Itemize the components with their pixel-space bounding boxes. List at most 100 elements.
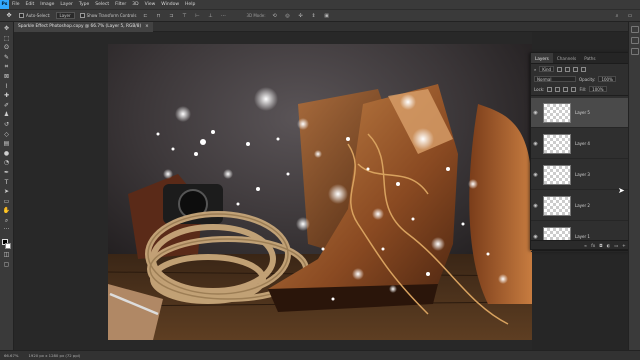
- zoom-tool-icon[interactable]: ⌕: [2, 217, 12, 226]
- transform-controls-checkbox[interactable]: Show Transform Controls: [79, 13, 136, 18]
- menu-edit[interactable]: Edit: [23, 0, 38, 9]
- menu-file[interactable]: File: [9, 0, 23, 9]
- layer-row-layer-4[interactable]: ◉ Layer 4: [531, 129, 639, 159]
- layer-name[interactable]: Layer 2: [575, 203, 590, 208]
- filter-pixel-icon[interactable]: [557, 66, 563, 72]
- brush-tool-icon[interactable]: ✐: [2, 102, 12, 111]
- color-swatches[interactable]: [1, 239, 12, 250]
- crop-tool-icon[interactable]: ⌗: [2, 63, 12, 72]
- align-middle-icon[interactable]: ⊢: [193, 12, 201, 19]
- quick-select-tool-icon[interactable]: ✎: [2, 54, 12, 63]
- eyedropper-tool-icon[interactable]: ⌇: [2, 83, 12, 92]
- filter-kind-dropdown[interactable]: Kind: [539, 66, 555, 72]
- align-center-icon[interactable]: ⊓: [154, 12, 162, 19]
- menu-window[interactable]: Window: [158, 0, 182, 9]
- history-brush-tool-icon[interactable]: ↺: [2, 121, 12, 130]
- document-info[interactable]: 1920 px x 1280 px (72 ppi): [28, 353, 80, 358]
- document-tab[interactable]: Sparkle Effect Photoshop.copy @ 66.7% (L…: [14, 22, 153, 32]
- align-right-icon[interactable]: ⊐: [167, 12, 175, 19]
- menu-image[interactable]: Image: [37, 0, 57, 9]
- move-tool-icon[interactable]: ✥: [2, 25, 12, 34]
- align-top-icon[interactable]: ⊤: [180, 12, 188, 19]
- filter-type-icon[interactable]: [573, 66, 579, 72]
- fx-icon[interactable]: fx: [591, 243, 595, 248]
- lasso-tool-icon[interactable]: ʘ: [2, 44, 12, 53]
- marquee-tool-icon[interactable]: ⬚: [2, 35, 12, 44]
- pen-tool-icon[interactable]: ✒: [2, 169, 12, 178]
- fill-field[interactable]: 100%: [589, 86, 607, 92]
- document-canvas[interactable]: [108, 44, 532, 340]
- screen-mode-icon[interactable]: ▢: [2, 261, 12, 270]
- filter-search-icon[interactable]: ⌕: [534, 67, 536, 72]
- type-tool-icon[interactable]: T: [2, 179, 12, 188]
- layer-name[interactable]: Layer 5: [575, 110, 590, 115]
- auto-select-dropdown[interactable]: Layer: [55, 12, 75, 19]
- hand-tool-icon[interactable]: ✋: [2, 207, 12, 216]
- zoom-level[interactable]: 66.67%: [4, 353, 18, 358]
- menu-filter[interactable]: Filter: [112, 0, 129, 9]
- dodge-tool-icon[interactable]: ◔: [2, 159, 12, 168]
- blend-mode-dropdown[interactable]: Normal: [534, 76, 576, 82]
- visibility-eye-icon[interactable]: ◉: [531, 141, 540, 147]
- properties-panel-icon[interactable]: [630, 37, 639, 44]
- tab-layers[interactable]: Layers: [531, 53, 553, 63]
- layer-row-layer-2[interactable]: ◉ Layer 2: [531, 191, 639, 221]
- visibility-eye-icon[interactable]: ◉: [531, 234, 540, 240]
- 3d-roll-icon[interactable]: ◎: [284, 12, 292, 19]
- 3d-scale-icon[interactable]: ▣: [323, 12, 331, 19]
- menu-view[interactable]: View: [142, 0, 159, 9]
- 3d-drag-icon[interactable]: ✣: [297, 12, 305, 19]
- frame-tool-icon[interactable]: ⊠: [2, 73, 12, 82]
- auto-select-checkbox[interactable]: Auto-Select:: [19, 13, 51, 18]
- menu-help[interactable]: Help: [182, 0, 198, 9]
- tab-paths[interactable]: Paths: [580, 53, 599, 63]
- history-panel-icon[interactable]: [630, 26, 639, 33]
- tab-channels[interactable]: Channels: [553, 53, 580, 63]
- more-options-icon[interactable]: ···: [219, 12, 227, 19]
- path-selection-tool-icon[interactable]: ➤: [2, 188, 12, 197]
- lock-pixels-icon[interactable]: [555, 86, 561, 92]
- menu-layer[interactable]: Layer: [57, 0, 76, 9]
- layer-row-layer-5[interactable]: ◉ Layer 5: [531, 98, 639, 128]
- close-tab-icon[interactable]: ×: [145, 22, 149, 32]
- layer-name[interactable]: Layer 4: [575, 141, 590, 146]
- auto-select-box[interactable]: [19, 13, 24, 18]
- gradient-tool-icon[interactable]: ▤: [2, 140, 12, 149]
- align-left-icon[interactable]: ⊏: [141, 12, 149, 19]
- layer-name[interactable]: Layer 1: [575, 234, 590, 239]
- rectangle-tool-icon[interactable]: ▭: [2, 198, 12, 207]
- opacity-field[interactable]: 100%: [598, 76, 616, 82]
- visibility-eye-icon[interactable]: ◉: [531, 203, 540, 209]
- eraser-tool-icon[interactable]: ◇: [2, 131, 12, 140]
- adjustment-icon[interactable]: ◐: [607, 243, 611, 248]
- transform-controls-box[interactable]: [79, 13, 85, 18]
- lock-transparent-icon[interactable]: [547, 86, 553, 92]
- workspace-icon[interactable]: ▭: [626, 12, 634, 19]
- healing-brush-tool-icon[interactable]: ✚: [2, 92, 12, 101]
- filter-shape-icon[interactable]: [581, 66, 587, 72]
- filter-adjustment-icon[interactable]: [565, 66, 571, 72]
- adjustments-panel-icon[interactable]: [630, 48, 639, 55]
- menu-3d[interactable]: 3D: [129, 0, 141, 9]
- lock-all-icon[interactable]: [571, 86, 577, 92]
- lock-position-icon[interactable]: [563, 86, 569, 92]
- mask-icon[interactable]: ◘: [599, 243, 602, 248]
- menu-select[interactable]: Select: [92, 0, 112, 9]
- menu-type[interactable]: Type: [76, 0, 92, 9]
- 3d-rotate-icon[interactable]: ⟲: [271, 12, 279, 19]
- search-icon[interactable]: ⌕: [613, 12, 621, 19]
- visibility-eye-icon[interactable]: ◉: [531, 110, 540, 116]
- layer-name[interactable]: Layer 3: [575, 172, 590, 177]
- 3d-slide-icon[interactable]: ⇕: [310, 12, 318, 19]
- background-color-swatch[interactable]: [4, 243, 11, 250]
- blur-tool-icon[interactable]: ●: [2, 150, 12, 159]
- link-icon[interactable]: ∞: [584, 243, 588, 248]
- visibility-eye-icon[interactable]: ◉: [531, 172, 540, 178]
- quick-mask-icon[interactable]: ◫: [2, 251, 12, 260]
- move-tool-preset-icon[interactable]: ✥: [4, 12, 14, 20]
- align-bottom-icon[interactable]: ⊥: [206, 12, 214, 19]
- clone-stamp-tool-icon[interactable]: ♟: [2, 111, 12, 120]
- more-tools-icon[interactable]: ···: [2, 226, 12, 235]
- new-layer-icon[interactable]: +: [622, 243, 626, 248]
- folder-icon[interactable]: ▭: [614, 243, 618, 248]
